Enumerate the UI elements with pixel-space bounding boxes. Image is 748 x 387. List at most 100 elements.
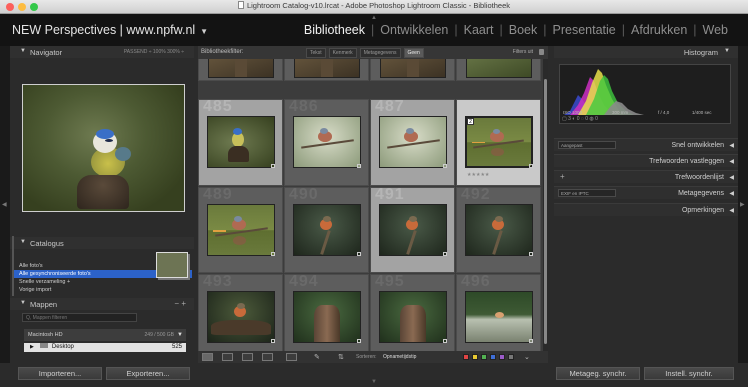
filter-option-geen[interactable]: Geen: [403, 48, 424, 58]
catalog-drag-thumbnail: [156, 252, 188, 278]
histogram-graph[interactable]: ISO 1000 300 mm f / 4,0 1/400 sec ▢ 3 ◐ …: [559, 64, 731, 124]
grid-scrollbar[interactable]: [543, 59, 548, 351]
module-bibliotheek[interactable]: Bibliotheek: [304, 23, 365, 37]
identity-plate[interactable]: NEW Perspectives | www.npfw.nl ▼: [12, 23, 208, 37]
triangle-left-icon: ◀: [729, 208, 734, 214]
thumbnail-cell[interactable]: 495: [370, 274, 455, 351]
thumbnail-cell[interactable]: 485: [198, 99, 283, 186]
panel-select[interactable]: Aangepast: [558, 141, 616, 149]
color-label-red[interactable]: [463, 354, 469, 360]
photo-thumbnail: [379, 291, 447, 343]
sync-metadata-button[interactable]: Metageg. synchr.: [556, 367, 640, 380]
toolbar-menu-icon[interactable]: ⌄: [524, 353, 530, 361]
panel-trefwoordenlijst[interactable]: + Trefwoordenlijst ◀: [554, 170, 738, 183]
add-folder-icon[interactable]: − +: [174, 299, 186, 308]
sort-select[interactable]: Opnametijdstip: [383, 354, 416, 360]
folder-row-desktop[interactable]: ▶ Desktop 525: [24, 343, 186, 352]
import-button[interactable]: Importeren...: [18, 367, 102, 380]
grid-scrollbar-thumb[interactable]: [544, 79, 547, 344]
collapse-filmstrip-icon[interactable]: ▼: [371, 379, 377, 385]
edit-badge-icon[interactable]: [443, 252, 447, 256]
color-label-green[interactable]: [481, 354, 487, 360]
edit-badge-icon[interactable]: [529, 339, 533, 343]
navigator-header[interactable]: ▼ Navigator PASSEND ÷ 100% 300% ÷: [10, 46, 194, 58]
star-rating[interactable]: ★★★★★: [467, 172, 489, 178]
edit-badge-icon[interactable]: [357, 164, 361, 168]
thumbnail-cell[interactable]: 487: [370, 99, 455, 186]
export-button[interactable]: Exporteren...: [106, 367, 190, 380]
survey-view-button[interactable]: [262, 353, 273, 361]
module-web[interactable]: Web: [703, 23, 728, 37]
catalog-header[interactable]: ▼ Catalogus: [10, 237, 194, 249]
folders-header[interactable]: ▼ Mappen − +: [10, 298, 194, 310]
right-panel-toggle[interactable]: ▶: [738, 46, 748, 363]
thumbnail-cell[interactable]: 494: [284, 274, 369, 351]
thumbnail-cell[interactable]: 493: [198, 274, 283, 351]
navigator-preview[interactable]: [22, 84, 185, 212]
color-label-purple[interactable]: [499, 354, 505, 360]
module-afdrukken[interactable]: Afdrukken: [631, 23, 687, 37]
triangle-right-icon: ▶: [30, 344, 34, 350]
histogram-header[interactable]: Histogram ▼: [554, 46, 738, 58]
thumbnail-cell[interactable]: 484: [370, 59, 455, 81]
edit-badge-icon[interactable]: [357, 339, 361, 343]
edit-badge-icon[interactable]: [271, 164, 275, 168]
panel-select[interactable]: EXIF en IPTC: [558, 189, 616, 197]
filter-option-tekst[interactable]: Tekst: [306, 48, 326, 58]
thumbnail-cell[interactable]: 486: [284, 99, 369, 186]
filter-preset-select[interactable]: Filters uit: [513, 49, 533, 55]
color-label-blue[interactable]: [490, 354, 496, 360]
compare-view-button[interactable]: [242, 353, 253, 361]
color-label-none[interactable]: [508, 354, 514, 360]
edit-badge-icon[interactable]: [529, 252, 533, 256]
edit-badge-icon[interactable]: [271, 252, 275, 256]
collapse-top-panel-icon[interactable]: ▲: [371, 15, 377, 21]
catalog-item[interactable]: Vorige import: [14, 286, 192, 294]
sort-direction-icon[interactable]: ⇅: [338, 353, 344, 361]
panel-opmerkingen[interactable]: Opmerkingen ◀: [554, 203, 738, 216]
module-ontwikkelen[interactable]: Ontwikkelen: [380, 23, 448, 37]
photo-thumbnail: [207, 116, 275, 168]
folder-filter-input[interactable]: Q, Mappen filteren: [22, 313, 137, 322]
edit-badge-icon[interactable]: [271, 339, 275, 343]
filter-option-metagegevens[interactable]: Metagegevens: [359, 48, 401, 58]
thumbnail-cell[interactable]: 489: [198, 187, 283, 273]
sync-settings-button[interactable]: Instell. synchr.: [644, 367, 734, 380]
lock-icon[interactable]: [539, 49, 544, 55]
color-label-yellow[interactable]: [472, 354, 478, 360]
thumbnail-cell[interactable]: 485: [456, 59, 541, 81]
panel-metagegevens[interactable]: EXIF en IPTC Metagegevens ◀: [554, 186, 738, 199]
thumbnail-cell[interactable]: 490: [284, 187, 369, 273]
filter-option-kenmerk[interactable]: Kenmerk: [328, 48, 357, 58]
panel-snel-ontwikkelen[interactable]: Aangepast Snel ontwikkelen ◀: [554, 138, 738, 151]
edit-badge-icon[interactable]: [357, 252, 361, 256]
stack-count-badge[interactable]: 2: [467, 118, 474, 125]
loupe-view-button[interactable]: [222, 353, 233, 361]
triangle-left-icon: ◀: [729, 159, 734, 165]
edit-badge-icon[interactable]: [529, 164, 533, 168]
people-view-button[interactable]: [286, 353, 297, 361]
panel-trefwoorden-vastleggen[interactable]: Trefwoorden vastleggen ◀: [554, 154, 738, 167]
edit-badge-icon[interactable]: [443, 164, 447, 168]
add-keyword-icon[interactable]: +: [560, 172, 565, 181]
module-presentatie[interactable]: Presentatie: [553, 23, 616, 37]
edit-badge-icon[interactable]: [443, 339, 447, 343]
thumbnail-cell[interactable]: 482: [198, 59, 283, 81]
thumbnail-cell[interactable]: 491: [370, 187, 455, 273]
navigator-zoom-options[interactable]: PASSEND ÷ 100% 300% ÷: [124, 49, 184, 55]
catalog-item[interactable]: Snelle verzameling +: [14, 278, 192, 286]
module-kaart[interactable]: Kaart: [464, 23, 494, 37]
volume-row[interactable]: Macintosh HD 249 / 500 GB ▼: [24, 329, 186, 341]
thumbnail-cell[interactable]: 2 ★★★★★: [456, 99, 541, 186]
grid-view: Bibliotheekfilter: Tekst Kenmerk Metagegev…: [198, 46, 548, 363]
library-filter-bar: Bibliotheekfilter: Tekst Kenmerk Metagegev…: [198, 46, 548, 59]
right-panel: Histogram ▼ ISO 1000 300 mm f / 4,0 1/40…: [554, 46, 738, 380]
painter-icon[interactable]: ✎: [314, 353, 320, 361]
module-separator: |: [371, 23, 375, 37]
thumbnail-cell[interactable]: 483: [284, 59, 369, 81]
thumbnail-cell[interactable]: 496: [456, 274, 541, 351]
grid-view-button[interactable]: [202, 353, 213, 361]
left-panel-toggle[interactable]: ◀: [0, 46, 10, 363]
thumbnail-cell[interactable]: 492: [456, 187, 541, 273]
module-boek[interactable]: Boek: [509, 23, 538, 37]
